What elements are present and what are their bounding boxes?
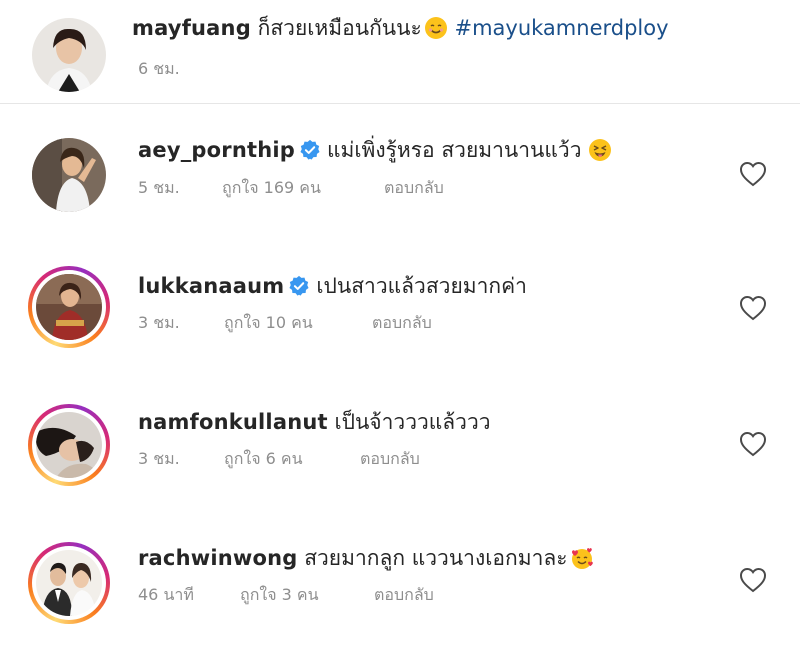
tongue-wink-emoji (588, 139, 611, 161)
comment-item: aey_pornthip แม่เพิ่งรู้หรอ สวยมานานแว้ว … (0, 104, 800, 234)
comment-time: 3 ชม. (138, 313, 180, 332)
comment-text: เปนสาวแล้วสวยมากค่า (316, 274, 527, 298)
comment-text: ก็สวยเหมือนกันนะ (257, 16, 422, 40)
like-count[interactable]: ถูกใจ 169 คน (222, 177, 321, 199)
avatar-image (36, 550, 102, 616)
comment-text-line: mayfuang ก็สวยเหมือนกันนะ #mayukamnerdpl… (132, 14, 669, 42)
like-count[interactable]: ถูกใจ 6 คน (224, 448, 303, 470)
avatar[interactable] (28, 542, 110, 624)
hashtag-link[interactable]: #mayukamnerdploy (454, 16, 668, 40)
avatar[interactable] (32, 138, 106, 212)
comment-text-line: namfonkullanut เป็นจ้าวววแล้ววว (138, 408, 491, 436)
comment-item: lukkanaaum เปนสาวแล้วสวยมากค่า 3 ชม. ถูกใ… (0, 234, 800, 374)
avatar-image (36, 412, 102, 478)
comment-time: 46 นาที (138, 585, 194, 604)
comment-meta: 5 ชม. ถูกใจ 169 คน ตอบกลับ (138, 177, 458, 199)
reply-button[interactable]: ตอบกลับ (360, 448, 420, 470)
username[interactable]: lukkanaaum (138, 274, 284, 298)
comment-item: mayfuang ก็สวยเหมือนกันนะ #mayukamnerdpl… (0, 0, 800, 103)
comment-time: 5 ชม. (138, 178, 180, 197)
like-count[interactable]: ถูกใจ 10 คน (224, 312, 313, 334)
reply-button[interactable]: ตอบกลับ (372, 312, 432, 334)
comment-meta: 3 ชม. ถูกใจ 6 คน ตอบกลับ (138, 448, 458, 470)
avatar[interactable] (28, 404, 110, 486)
comment-text: แม่เพิ่งรู้หรอ สวยมานานแว้ว (327, 138, 582, 162)
smiling-face-emoji (424, 17, 447, 39)
username[interactable]: namfonkullanut (138, 410, 328, 434)
heart-icon[interactable] (739, 161, 767, 187)
comment-text-line: rachwinwong สวยมากลูก แววนางเอกมาละ (138, 544, 594, 572)
comment-text: เป็นจ้าวววแล้ววว (334, 410, 491, 434)
comment-text: สวยมากลูก แววนางเอกมาละ (304, 546, 568, 570)
comment-text-line: lukkanaaum เปนสาวแล้วสวยมากค่า (138, 272, 527, 300)
username[interactable]: aey_pornthip (138, 138, 295, 162)
username[interactable]: mayfuang (132, 16, 251, 40)
comment-time: 6 ชม. (138, 59, 180, 78)
comment-meta: 3 ชม. ถูกใจ 10 คน ตอบกลับ (138, 312, 458, 334)
comment-item: namfonkullanut เป็นจ้าวววแล้ววว 3 ชม. ถู… (0, 374, 800, 510)
smiling-face-with-hearts-emoji (571, 548, 593, 569)
avatar-image (36, 274, 102, 340)
heart-icon[interactable] (739, 567, 767, 593)
heart-icon[interactable] (739, 431, 767, 457)
avatar-image (32, 138, 106, 212)
like-count[interactable]: ถูกใจ 3 คน (240, 584, 319, 606)
comment-meta: 46 นาที ถูกใจ 3 คน ตอบกลับ (138, 584, 458, 606)
verified-badge-icon (289, 275, 309, 296)
comment-item: rachwinwong สวยมากลูก แววนางเอกมาละ 46 น… (0, 510, 800, 661)
avatar-image (32, 18, 106, 92)
heart-icon[interactable] (739, 295, 767, 321)
comment-time: 3 ชม. (138, 449, 180, 468)
username[interactable]: rachwinwong (138, 546, 298, 570)
verified-badge-icon (300, 139, 320, 160)
avatar[interactable] (32, 18, 106, 92)
reply-button[interactable]: ตอบกลับ (384, 177, 444, 199)
avatar[interactable] (28, 266, 110, 348)
reply-button[interactable]: ตอบกลับ (374, 584, 434, 606)
comment-text-line: aey_pornthip แม่เพิ่งรู้หรอ สวยมานานแว้ว (138, 136, 612, 164)
